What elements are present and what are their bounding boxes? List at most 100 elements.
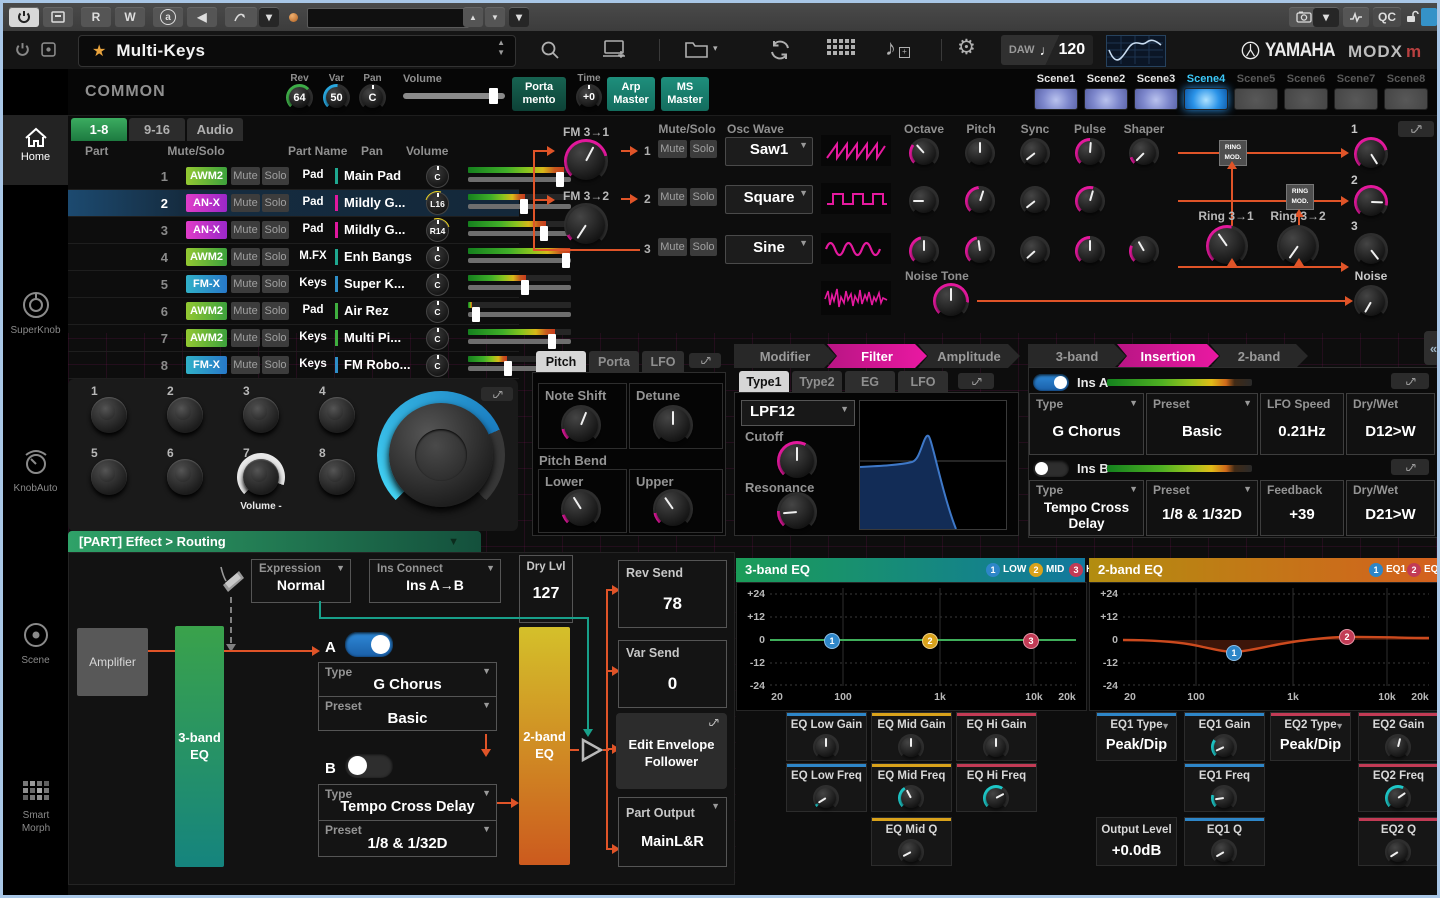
eq3-low-gain-box[interactable]: EQ Low Gain [786,712,867,761]
routing-insB-preset-select[interactable]: Preset▼1/8 & 1/32D [318,820,497,857]
eq3-band3-marker[interactable]: 3 [1023,633,1039,649]
tab-filter-type2[interactable]: Type2 [792,371,842,392]
routing-section-header[interactable]: [PART] Effect > Routing ▼ [68,531,481,552]
osc1-pulse-knob[interactable] [1075,138,1105,168]
eq1-gain-box[interactable]: EQ1 Gain [1184,712,1265,761]
part-name[interactable]: Air Rez [344,303,426,318]
tab-pitch[interactable]: Pitch [536,351,586,372]
write-automation-button[interactable]: W [115,7,145,27]
expression-select[interactable]: Expression▼Normal [251,559,351,603]
note-shift-knob[interactable] [561,405,601,445]
lock-icon[interactable] [1401,7,1423,27]
part-pan-knob[interactable]: C [426,300,449,323]
osc1-octave-knob[interactable] [909,138,939,168]
sidebar-item-smart-morph[interactable]: Smart Morph [3,781,68,835]
osc1-level-knob[interactable] [1354,137,1388,171]
rev-send-knob[interactable]: 64 [286,84,313,111]
eq2-q-knob[interactable] [1385,839,1411,865]
osc3-octave-knob[interactable] [909,236,939,266]
osc2-octave-knob[interactable] [909,186,939,216]
quick-controls-button[interactable]: QC [1373,7,1401,27]
osc3-level-knob[interactable] [1354,233,1388,267]
assignable-knob-3[interactable] [243,397,279,433]
part-solo-button[interactable]: Solo [262,167,289,185]
part-output-select[interactable]: Part Output▼MainL&R [618,797,727,867]
assignable-knob-1[interactable] [91,397,127,433]
osc2-mute-button[interactable]: Mute [658,188,687,206]
part-name[interactable]: Multi Pi... [344,330,426,345]
part-row-8[interactable]: 8FM-XMuteSoloKeysFM Robo...C [68,352,519,379]
part-volume-track[interactable] [468,312,571,317]
part-row-4[interactable]: 4AWM2MuteSoloM.FXEnh BangsC [68,244,519,271]
insA-preset-select[interactable]: Preset▼Basic [1146,393,1258,455]
plugin-power-button[interactable] [9,7,39,27]
sidebar-item-knobauto[interactable]: KnobAuto [3,449,68,494]
part-solo-button[interactable]: Solo [262,302,289,320]
sync-icon[interactable] [768,39,792,61]
ms-master-button[interactable]: MS Master [661,77,709,111]
osc3-shaper-knob[interactable] [1129,236,1159,266]
routing-insB-toggle[interactable] [345,753,393,778]
osc3-pitch-knob[interactable] [965,236,995,266]
tab-insertion[interactable]: Insertion [1117,344,1219,368]
fm3to1-knob[interactable] [564,139,608,183]
scene-button-5[interactable]: Scene5 [1234,73,1278,110]
osc3-solo-button[interactable]: Solo [690,238,717,256]
part-mute-button[interactable]: Mute [231,302,260,320]
osc2-solo-button[interactable]: Solo [690,188,717,206]
part-row-3[interactable]: 3AN-XMuteSoloPadMildly G...R14 [68,217,519,244]
note-transfer-icon[interactable]: ♪+ [885,35,896,61]
osc2-wave-select[interactable]: Square▼ [725,185,813,214]
routing-insB-type-select[interactable]: Type▼Tempo Cross Delay [318,784,497,821]
portamento-button[interactable]: Porta mento [512,77,566,111]
eq-mid-q-knob[interactable] [898,839,924,865]
pitch-bend-lower-knob[interactable] [561,489,601,529]
insB-param1-field[interactable]: Feedback+39 [1260,480,1344,536]
routing-3band-eq-block[interactable]: 3-band EQ [175,626,224,867]
eq2-freq-box[interactable]: EQ2 Freq [1358,763,1439,812]
common-volume-handle[interactable] [489,88,498,104]
store-to-device-icon[interactable] [603,39,627,61]
eq3-hi-gain-box[interactable]: EQ Hi Gain [956,712,1037,761]
part-solo-button[interactable]: Solo [262,221,289,239]
preset-browser-dropdown[interactable]: ▾ [509,7,529,27]
pitch-expand-button[interactable] [689,353,721,368]
eq-low-freq-knob[interactable] [813,785,839,811]
sidebar-item-home[interactable]: Home [3,115,68,185]
insA-toggle[interactable] [1033,374,1069,391]
librarian-grid-icon[interactable] [827,39,855,59]
eq2-band2-marker[interactable]: 2 [1339,629,1355,645]
eq-hi-gain-knob[interactable] [983,734,1009,760]
part-solo-button[interactable]: Solo [262,194,289,212]
eq-mid-freq-knob[interactable] [898,785,924,811]
osc2-pitch-knob[interactable] [965,186,995,216]
search-icon[interactable] [539,39,561,61]
part-mute-button[interactable]: Mute [231,248,260,266]
routing-insA-preset-select[interactable]: Preset▼Basic [318,696,497,731]
scene-button-1[interactable]: Scene1 [1034,73,1078,110]
part-pan-knob[interactable]: L16 [426,192,449,215]
part-row-2[interactable]: 2AN-XMuteSoloPadMildly G...L16 [68,190,519,217]
osc3-mute-button[interactable]: Mute [658,238,687,256]
var-send-knob[interactable]: 50 [323,84,350,111]
osc2-level-knob[interactable] [1354,185,1388,219]
part-mute-button[interactable]: Mute [231,356,260,374]
insA-expand-button[interactable] [1391,373,1429,389]
eq2-band1-marker[interactable]: 1 [1226,645,1242,661]
part-volume-handle[interactable] [472,307,480,322]
osc3-pulse-knob[interactable] [1075,236,1105,266]
panel-collapse-button[interactable]: « [1424,331,1440,365]
osc1-wave-select[interactable]: Saw1▼ [725,137,813,166]
output-level-box[interactable]: Output Level+0.0dB [1096,817,1177,866]
scene-button-3[interactable]: Scene3 [1134,73,1178,110]
tab-parts-1-8[interactable]: 1-8 [71,118,127,141]
part-volume-handle[interactable] [520,199,528,214]
eq2-freq-knob[interactable] [1385,785,1411,811]
cutoff-knob[interactable] [777,441,817,481]
part-row-1[interactable]: 1AWM2MuteSoloPadMain PadC [68,163,519,190]
arp-master-button[interactable]: Arp Master [607,77,655,111]
preset-menu-dropdown[interactable]: ▾ [259,7,279,27]
sidebar-item-scene[interactable]: Scene [3,621,68,666]
routing-2band-eq-block[interactable]: 2-band EQ [519,627,570,865]
part-volume-track[interactable] [468,285,571,290]
